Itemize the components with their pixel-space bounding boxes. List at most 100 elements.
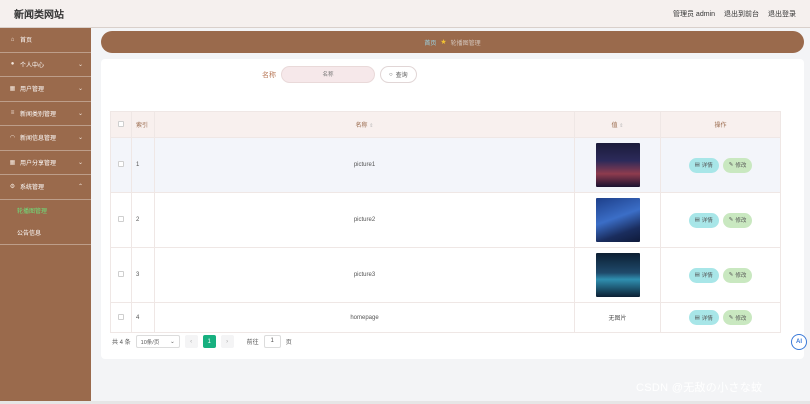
sort-icon[interactable]: ⇕ (369, 123, 373, 129)
row-checkbox[interactable] (118, 313, 124, 320)
row-ops: ▤ 详情 ✎ 修改 (660, 192, 781, 248)
detail-button-label: 详情 (701, 273, 713, 279)
ai-assistant-button[interactable]: AI (791, 334, 807, 350)
header-value[interactable]: 值 ⇕ (574, 111, 661, 138)
edit-button[interactable]: ✎ 修改 (722, 212, 753, 228)
sort-icon[interactable]: ⇕ (619, 123, 623, 129)
star-icon: ★ (440, 39, 447, 46)
edit-button-label: 修改 (735, 163, 747, 169)
select-all-checkbox-cell (110, 111, 132, 138)
page-size-value: 10条/页 (140, 339, 160, 346)
grid-icon: ▦ (9, 159, 16, 166)
breadcrumb: 首页 ★ 轮播图管理 (101, 31, 804, 53)
table-header-row: 索引 名称 ⇕ 值 ⇕ 操作 (110, 111, 781, 138)
detail-button-label: 详情 (701, 163, 713, 169)
chevron-down-icon: ⌄ (77, 110, 83, 117)
edit-button[interactable]: ✎ 修改 (722, 157, 753, 173)
carousel-image (595, 253, 640, 297)
search-icon: ○ (389, 71, 393, 78)
pencil-icon: ✎ (728, 217, 734, 223)
sidebar-item-personal-center[interactable]: ● 个人中心 ⌄ (0, 53, 91, 77)
user-icon: ● (10, 61, 15, 68)
prev-page-button[interactable]: ‹ (184, 335, 198, 348)
row-value (574, 247, 661, 303)
detail-button-label: 详情 (701, 315, 713, 322)
row-index: 4 (131, 302, 155, 333)
sidebar-item-label: 首页 (20, 38, 33, 45)
sidebar-item-news-category[interactable]: ≡ 新闻类别管理 ⌄ (0, 102, 91, 126)
sidebar-item-news-info[interactable]: ◠ 新闻信息管理 ⌄ (0, 126, 91, 151)
next-page-button[interactable]: › (220, 335, 234, 348)
edit-button[interactable]: ✎ 修改 (722, 267, 753, 283)
search-label: 名称 (262, 71, 276, 79)
table-row: 1 picture1 ▤ 详情 ✎ 修改 (110, 137, 781, 193)
row-ops: ▤ 详情 ✎ 修改 (660, 302, 781, 333)
row-index: 1 (131, 137, 155, 193)
select-all-checkbox[interactable] (118, 120, 124, 127)
search-bar: 名称 ○ 查询 (262, 66, 417, 83)
search-button[interactable]: ○ 查询 (380, 66, 417, 83)
row-checkbox-cell (110, 192, 132, 248)
page-size-select[interactable]: 10条/页 ⌄ (135, 335, 180, 348)
row-index: 3 (131, 247, 155, 303)
watermark: CSDN @无敌の小さな蚊 (636, 382, 763, 394)
detail-button[interactable]: ▤ 详情 (688, 212, 719, 228)
sidebar-item-label: 新闻信息管理 (20, 136, 57, 143)
sidebar-subitem-notice[interactable]: 公告信息 (0, 222, 91, 244)
row-checkbox[interactable] (118, 216, 124, 222)
sidebar-item-user-share[interactable]: ▦ 用户分享管理 ⌄ (0, 151, 91, 175)
bars-icon: ≡ (10, 110, 15, 117)
row-name: homepage (154, 302, 575, 333)
row-value: 无图片 (574, 302, 661, 333)
detail-button[interactable]: ▤ 详情 (688, 267, 719, 283)
top-bar: 新闻类网站 管理员 admin 退出到前台 退出登录 (0, 0, 810, 28)
sidebar-item-home[interactable]: ⌂ 首页 (0, 28, 91, 53)
header-name[interactable]: 名称 ⇕ (154, 111, 575, 138)
row-name: picture3 (154, 247, 575, 303)
document-icon: ▤ (694, 217, 700, 223)
wifi-icon: ◠ (9, 135, 16, 142)
row-checkbox[interactable] (118, 161, 124, 167)
document-icon: ▤ (694, 162, 700, 168)
grid-icon: ▦ (9, 86, 16, 93)
chevron-down-icon: ⌄ (77, 135, 83, 142)
chevron-down-icon: ⌄ (77, 61, 83, 68)
document-icon: ▤ (694, 272, 700, 278)
sidebar-item-label: 用户分享管理 (20, 160, 57, 167)
edit-button-label: 修改 (735, 273, 747, 279)
detail-button[interactable]: ▤ 详情 (688, 310, 719, 325)
goto-label: 前往 (246, 340, 259, 346)
breadcrumb-home[interactable]: 首页 (424, 38, 436, 47)
edit-button[interactable]: ✎ 修改 (722, 310, 753, 325)
row-checkbox-cell (110, 137, 132, 193)
row-checkbox-cell (110, 247, 132, 303)
row-value (574, 192, 661, 248)
goto-page-input[interactable]: 1 (263, 335, 281, 348)
row-name: picture2 (154, 192, 575, 248)
chevron-up-icon: ⌃ (77, 184, 83, 191)
sidebar-subitem-carousel[interactable]: 轮播图管理 (0, 200, 91, 222)
exit-to-front-link[interactable]: 退出到前台 (724, 9, 759, 19)
logout-link[interactable]: 退出登录 (768, 9, 796, 19)
sidebar-item-user-management[interactable]: ▦ 用户管理 ⌄ (0, 77, 91, 102)
header-name-label: 名称 (355, 123, 368, 129)
site-title: 新闻类网站 (14, 10, 64, 21)
sidebar-item-system[interactable]: ⚙ 系统管理 ⌃ (0, 175, 91, 200)
data-table: 索引 名称 ⇕ 值 ⇕ 操作 1 picture1 ▤ 详情 ✎ 修改 2 pict… (110, 111, 781, 333)
sidebar: ⌂ 首页 ● 个人中心 ⌄ ▦ 用户管理 ⌄ ≡ 新闻类别管理 ⌄ ◠ 新闻信息… (0, 28, 91, 404)
pencil-icon: ✎ (728, 314, 734, 321)
row-index: 2 (131, 192, 155, 248)
page-number[interactable]: 1 (202, 335, 216, 348)
top-right-links: 管理员 admin 退出到前台 退出登录 (673, 9, 796, 19)
search-button-label: 查询 (395, 73, 408, 79)
detail-button[interactable]: ▤ 详情 (688, 157, 719, 173)
header-value-label: 值 (611, 123, 618, 129)
search-input[interactable] (281, 66, 375, 83)
row-name: picture1 (154, 137, 575, 193)
pencil-icon: ✎ (728, 272, 734, 278)
sidebar-item-label: 用户管理 (20, 87, 45, 94)
edit-button-label: 修改 (735, 218, 747, 224)
row-value (574, 137, 661, 193)
row-checkbox[interactable] (118, 271, 124, 277)
carousel-image (595, 143, 640, 187)
